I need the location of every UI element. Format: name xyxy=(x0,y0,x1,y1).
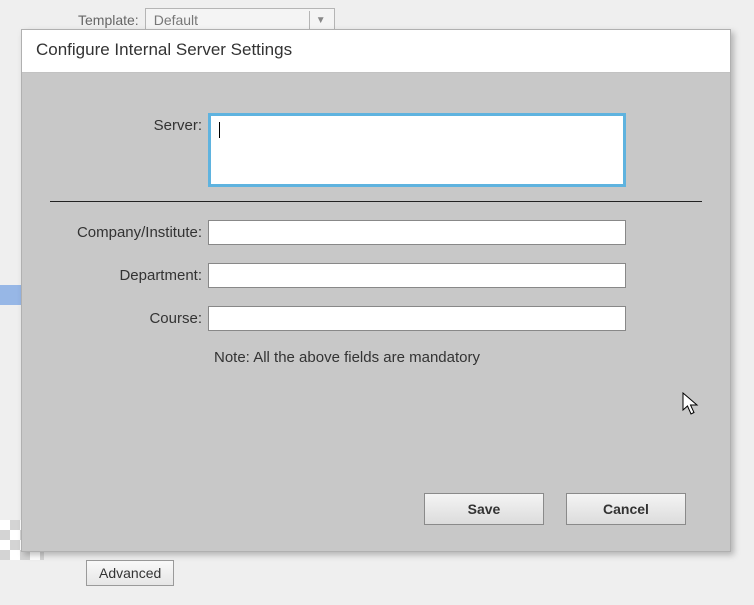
course-row: Course: xyxy=(50,306,702,331)
template-dropdown-value: Default xyxy=(154,12,198,28)
advanced-button-area: Advanced xyxy=(86,560,174,586)
dropdown-separator xyxy=(309,11,310,29)
advanced-button[interactable]: Advanced xyxy=(86,560,174,586)
dialog-body: Server: Company/Institute: Department: C… xyxy=(22,73,730,551)
section-divider xyxy=(50,201,702,202)
server-input[interactable] xyxy=(208,113,626,187)
company-label: Company/Institute: xyxy=(50,220,208,241)
course-label: Course: xyxy=(50,306,208,327)
chevron-down-icon: ▼ xyxy=(316,15,326,26)
mandatory-note: Note: All the above fields are mandatory xyxy=(214,349,702,366)
template-label: Template: xyxy=(78,12,139,28)
save-button[interactable]: Save xyxy=(424,493,544,525)
dialog-title: Configure Internal Server Settings xyxy=(22,30,730,73)
configure-server-dialog: Configure Internal Server Settings Serve… xyxy=(21,29,731,552)
server-label: Server: xyxy=(50,113,208,134)
company-input[interactable] xyxy=(208,220,626,245)
department-input[interactable] xyxy=(208,263,626,288)
course-input[interactable] xyxy=(208,306,626,331)
cancel-button[interactable]: Cancel xyxy=(566,493,686,525)
window-backdrop: Template: Default ▼ Advanced Configure I… xyxy=(0,0,754,605)
company-row: Company/Institute: xyxy=(50,220,702,245)
text-caret xyxy=(219,122,220,138)
dialog-button-row: Save Cancel xyxy=(424,493,686,525)
department-label: Department: xyxy=(50,263,208,284)
server-row: Server: xyxy=(50,113,702,187)
department-row: Department: xyxy=(50,263,702,288)
